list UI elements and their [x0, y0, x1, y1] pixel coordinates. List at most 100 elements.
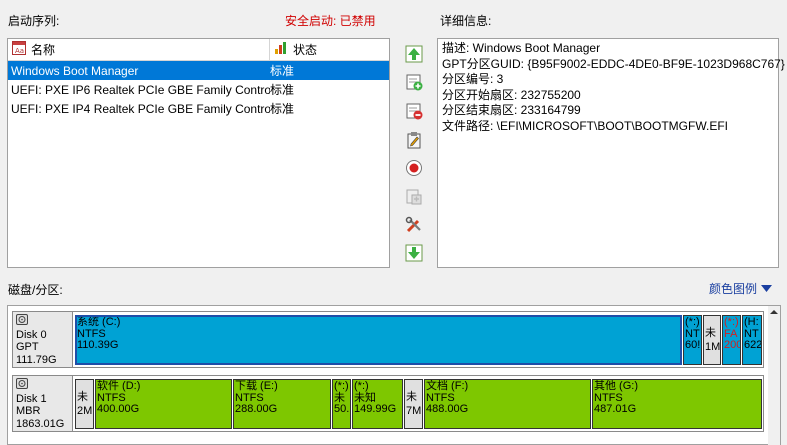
disk-size: 1863.01G: [16, 417, 65, 430]
disk-type: MBR: [16, 405, 41, 417]
move-down-button[interactable]: [404, 243, 424, 263]
details-panel: 描述: Windows Boot Manager GPT分区GUID: {B95…: [437, 38, 785, 268]
details-label: 详细信息:: [440, 14, 492, 28]
partition-size: 2M: [77, 405, 93, 417]
partition-size: 1M: [705, 341, 721, 353]
partition-h[interactable]: (H: NT 622: [742, 315, 762, 365]
partition-label: (*:): [724, 316, 739, 328]
boot-entry-row[interactable]: Windows Boot Manager 标准: [8, 61, 389, 80]
partition-size: 149.99G: [354, 403, 397, 415]
delete-entry-button[interactable]: [404, 101, 424, 121]
chevron-down-icon: [761, 284, 773, 292]
boot-entry-name: UEFI: PXE IP6 Realtek PCIe GBE Family Co…: [11, 82, 270, 97]
partition-label: (*:): [354, 380, 369, 392]
detail-partition-number: 分区编号: 3: [442, 72, 504, 86]
backup-button[interactable]: [404, 187, 424, 207]
tools-button[interactable]: [404, 215, 424, 235]
boot-entry-row[interactable]: UEFI: PXE IP6 Realtek PCIe GBE Family Co…: [8, 80, 389, 99]
partition-g[interactable]: 其他 (G:) NTFS 487.01G: [592, 379, 762, 429]
partition-size: 200: [724, 339, 741, 351]
move-up-button[interactable]: [404, 44, 424, 64]
boot-entry-list[interactable]: Aa 名称 状态 Windows Boot Manager 标准 UEFI: P…: [7, 38, 390, 268]
disk-size: 111.79G: [16, 353, 57, 366]
secure-boot-status: 安全启动: 已禁用: [285, 14, 376, 28]
partition-label: 未: [705, 327, 716, 339]
partition-size: 50.: [334, 403, 350, 415]
unallocated-space[interactable]: 未 1M: [703, 315, 721, 365]
unallocated-space[interactable]: 未 7M: [404, 379, 423, 429]
partition-size: 110.39G: [77, 339, 119, 351]
disk-0-row[interactable]: Disk 0 GPT 111.79G 系统 (C:) NTFS 110.39G …: [12, 311, 764, 368]
column-header-status[interactable]: 状态: [270, 39, 389, 60]
partition-fs: NTFS: [77, 327, 106, 340]
partition-star-1[interactable]: (*:) NT 60!: [683, 315, 702, 365]
partition-d[interactable]: 软件 (D:) NTFS 400.00G: [95, 379, 232, 429]
move-down-icon: [405, 244, 423, 262]
detail-end-sector: 分区结束扇区: 233164799: [442, 103, 581, 117]
move-up-icon: [405, 45, 423, 63]
partition-label: (*:): [685, 316, 700, 328]
disk-1-info[interactable]: Disk 1 MBR 1863.01G: [13, 376, 73, 431]
detail-file-path: 文件路径: \EFI\MICROSOFT\BOOT\BOOTMGFW.EFI: [442, 118, 728, 133]
add-entry-button[interactable]: [404, 72, 424, 92]
disk-icon: [16, 378, 28, 389]
unallocated-space[interactable]: 未 2M: [75, 379, 94, 429]
boot-entry-status: 标准: [270, 102, 295, 116]
partition-size: 622: [744, 339, 762, 351]
set-default-button[interactable]: [404, 158, 424, 178]
boot-entry-status: 标准: [270, 83, 295, 97]
svg-text:Aa: Aa: [15, 47, 24, 55]
clipboard-icon: [407, 132, 421, 149]
name-column-icon: Aa: [12, 41, 26, 58]
partition-star-4[interactable]: (*:) 未知 149.99G: [352, 379, 403, 429]
partition-size: 400.00G: [97, 403, 140, 415]
partition-label: (H:: [744, 316, 759, 328]
boot-entry-status: 标准: [270, 64, 295, 78]
partition-e[interactable]: 下载 (E:) NTFS 288.00G: [233, 379, 331, 429]
boot-entry-name: UEFI: PXE IP4 Realtek PCIe GBE Family Co…: [11, 101, 270, 116]
column-header-name[interactable]: Aa 名称: [8, 39, 270, 60]
partition-f[interactable]: 文档 (F:) NTFS 488.00G: [424, 379, 591, 429]
disk-name: Disk 1: [16, 392, 47, 405]
backup-icon: [406, 189, 422, 205]
disk-type: GPT: [16, 341, 39, 353]
detail-description: 描述: Windows Boot Manager: [442, 41, 601, 55]
disk-icon: [16, 314, 28, 325]
add-entry-icon: [406, 74, 423, 91]
disk-0-info[interactable]: Disk 0 GPT 111.79G: [13, 312, 73, 367]
partition-star-2[interactable]: (*:) FA 200: [722, 315, 741, 365]
scroll-up-icon: [770, 310, 778, 314]
column-status-label: 状态: [293, 43, 318, 57]
disk-1-row[interactable]: Disk 1 MBR 1863.01G 未 2M 软件 (D:) NTFS 40…: [12, 375, 764, 432]
partition-label: 未: [77, 391, 88, 403]
detail-gpt-guid: GPT分区GUID: {B95F9002-EDDC-4DE0-BF9E-1023…: [442, 56, 785, 71]
partition-size: 60!: [685, 339, 701, 351]
partition-size: 488.00G: [426, 403, 469, 415]
delete-entry-icon: [406, 103, 423, 120]
boot-entry-row[interactable]: UEFI: PXE IP4 Realtek PCIe GBE Family Co…: [8, 99, 389, 118]
edit-entry-button[interactable]: [404, 130, 424, 150]
partition-label: (*:): [334, 380, 349, 392]
color-legend-button[interactable]: 颜色图例: [709, 280, 773, 297]
boot-list-header: Aa 名称 状态: [8, 39, 389, 61]
disk-map-panel: Disk 0 GPT 111.79G 系统 (C:) NTFS 110.39G …: [7, 305, 781, 445]
boot-entry-name: Windows Boot Manager: [11, 63, 139, 78]
partition-c[interactable]: 系统 (C:) NTFS 110.39G: [75, 315, 682, 365]
disks-label: 磁盘/分区:: [8, 283, 63, 297]
partition-label: 文档 (F:): [426, 380, 469, 392]
partition-size: 288.00G: [235, 403, 278, 415]
partition-label: 未: [406, 391, 417, 403]
partition-star-3[interactable]: (*:) 未 50.: [332, 379, 351, 429]
column-name-label: 名称: [31, 43, 56, 57]
disk-scrollbar[interactable]: [768, 306, 780, 445]
detail-start-sector: 分区开始扇区: 232755200: [442, 87, 581, 102]
partition-size: 7M: [406, 405, 422, 417]
boot-order-label: 启动序列:: [8, 14, 60, 28]
tools-icon: [405, 216, 421, 233]
partition-size: 487.01G: [594, 403, 637, 415]
partition-label: 其他 (G:): [594, 380, 638, 392]
partition-label: 软件 (D:): [97, 380, 141, 392]
color-legend-label: 颜色图例: [709, 282, 758, 296]
status-column-icon: [274, 41, 288, 58]
partition-label: 系统 (C:): [77, 316, 121, 328]
